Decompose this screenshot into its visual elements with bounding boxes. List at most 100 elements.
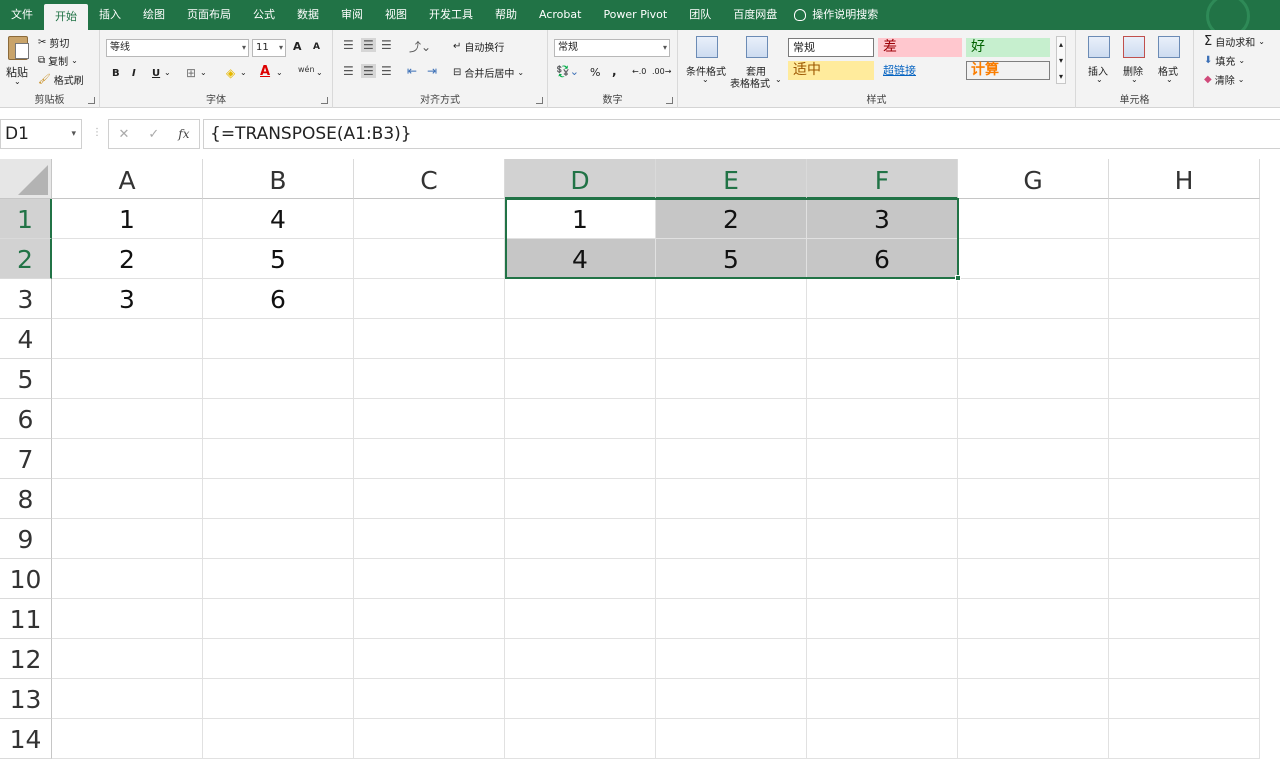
wrap-text-button[interactable]: ↵ 自动换行 <box>453 39 504 54</box>
cell-a13[interactable] <box>52 679 203 719</box>
cell-f5[interactable] <box>807 359 958 399</box>
cell-h3[interactable] <box>1109 279 1260 319</box>
cell-c10[interactable] <box>354 559 505 599</box>
cell-d12[interactable] <box>505 639 656 679</box>
cell-e5[interactable] <box>656 359 807 399</box>
tab-file[interactable]: 文件 <box>0 0 44 30</box>
percent-button[interactable]: % <box>590 66 600 79</box>
format-dropdown-icon[interactable]: ⌄ <box>1166 75 1173 84</box>
fill-color-dropdown-icon[interactable]: ⌄ <box>240 68 247 77</box>
cell-a9[interactable] <box>52 519 203 559</box>
cell-b7[interactable] <box>203 439 354 479</box>
cell-a2[interactable]: 2 <box>52 239 203 279</box>
row-header-14[interactable]: 14 <box>0 719 52 759</box>
cell-d4[interactable] <box>505 319 656 359</box>
row-header-7[interactable]: 7 <box>0 439 52 479</box>
font-launcher-icon[interactable] <box>321 97 328 104</box>
cell-h14[interactable] <box>1109 719 1260 759</box>
cell-c2[interactable] <box>354 239 505 279</box>
cell-h4[interactable] <box>1109 319 1260 359</box>
tab-baidu-netdisk[interactable]: 百度网盘 <box>722 0 788 30</box>
cell-e11[interactable] <box>656 599 807 639</box>
font-size-combo[interactable]: 11 ▾ <box>252 39 286 57</box>
cell-b2[interactable]: 5 <box>203 239 354 279</box>
phonetic-dropdown-icon[interactable]: ⌄ <box>316 68 323 77</box>
row-header-1[interactable]: 1 <box>0 199 52 239</box>
column-header-d[interactable]: D <box>505 159 656 199</box>
tab-draw[interactable]: 绘图 <box>132 0 176 30</box>
cell-e14[interactable] <box>656 719 807 759</box>
row-header-2[interactable]: 2 <box>0 239 52 279</box>
tab-home[interactable]: 开始 <box>44 4 88 30</box>
cell-a4[interactable] <box>52 319 203 359</box>
cell-g1[interactable] <box>958 199 1109 239</box>
column-header-a[interactable]: A <box>52 159 203 199</box>
column-header-h[interactable]: H <box>1109 159 1260 199</box>
cell-f11[interactable] <box>807 599 958 639</box>
tab-team[interactable]: 团队 <box>678 0 722 30</box>
cell-d2[interactable]: 4 <box>505 239 656 279</box>
cell-h7[interactable] <box>1109 439 1260 479</box>
enter-check-icon[interactable]: ✓ <box>148 127 159 142</box>
cell-g13[interactable] <box>958 679 1109 719</box>
cell-a14[interactable] <box>52 719 203 759</box>
tab-power-pivot[interactable]: Power Pivot <box>592 0 678 30</box>
cell-c9[interactable] <box>354 519 505 559</box>
cell-d11[interactable] <box>505 599 656 639</box>
cell-h8[interactable] <box>1109 479 1260 519</box>
paste-dropdown-icon[interactable]: ⌄ <box>14 77 21 86</box>
cell-f9[interactable] <box>807 519 958 559</box>
orientation-icon[interactable]: ⤴⌄ <box>409 38 431 55</box>
cell-h5[interactable] <box>1109 359 1260 399</box>
phonetic-guide-button[interactable]: wén <box>298 65 315 74</box>
clear-button[interactable]: ◆ 清除 ⌄ <box>1204 72 1244 87</box>
cell-f3[interactable] <box>807 279 958 319</box>
decrease-indent-icon[interactable]: ⇤ <box>407 64 417 78</box>
cell-c12[interactable] <box>354 639 505 679</box>
cell-g12[interactable] <box>958 639 1109 679</box>
style-good[interactable]: 好 <box>966 38 1050 57</box>
cell-b3[interactable]: 6 <box>203 279 354 319</box>
cell-e9[interactable] <box>656 519 807 559</box>
formula-input[interactable]: {=TRANSPOSE(A1:B3)} <box>203 119 1280 149</box>
cell-f13[interactable] <box>807 679 958 719</box>
number-format-combo[interactable]: 常规 ▾ <box>554 39 670 57</box>
cell-b8[interactable] <box>203 479 354 519</box>
number-launcher-icon[interactable] <box>666 97 673 104</box>
cell-g7[interactable] <box>958 439 1109 479</box>
cell-a11[interactable] <box>52 599 203 639</box>
cell-g5[interactable] <box>958 359 1109 399</box>
cell-g10[interactable] <box>958 559 1109 599</box>
cell-c14[interactable] <box>354 719 505 759</box>
cell-f2[interactable]: 6 <box>807 239 958 279</box>
column-header-g[interactable]: G <box>958 159 1109 199</box>
cell-b5[interactable] <box>203 359 354 399</box>
row-header-5[interactable]: 5 <box>0 359 52 399</box>
align-bottom-icon[interactable]: ☰ <box>381 38 392 52</box>
underline-button[interactable]: U <box>152 68 160 79</box>
comma-button[interactable]: , <box>612 64 617 78</box>
row-header-9[interactable]: 9 <box>0 519 52 559</box>
cell-a1[interactable]: 1 <box>52 199 203 239</box>
cell-f4[interactable] <box>807 319 958 359</box>
cell-h13[interactable] <box>1109 679 1260 719</box>
fill-color-icon[interactable]: ◈ <box>226 66 235 80</box>
cell-e13[interactable] <box>656 679 807 719</box>
cell-g11[interactable] <box>958 599 1109 639</box>
cell-e3[interactable] <box>656 279 807 319</box>
cell-a10[interactable] <box>52 559 203 599</box>
cell-b13[interactable] <box>203 679 354 719</box>
cell-b12[interactable] <box>203 639 354 679</box>
align-right-icon[interactable]: ☰ <box>381 64 392 78</box>
cell-c5[interactable] <box>354 359 505 399</box>
cell-f7[interactable] <box>807 439 958 479</box>
cell-d6[interactable] <box>505 399 656 439</box>
alignment-launcher-icon[interactable] <box>536 97 543 104</box>
style-bad[interactable]: 差 <box>878 38 962 57</box>
cell-b1[interactable]: 4 <box>203 199 354 239</box>
tab-review[interactable]: 审阅 <box>330 0 374 30</box>
cell-d13[interactable] <box>505 679 656 719</box>
clipboard-launcher-icon[interactable] <box>88 97 95 104</box>
row-header-10[interactable]: 10 <box>0 559 52 599</box>
cell-e7[interactable] <box>656 439 807 479</box>
